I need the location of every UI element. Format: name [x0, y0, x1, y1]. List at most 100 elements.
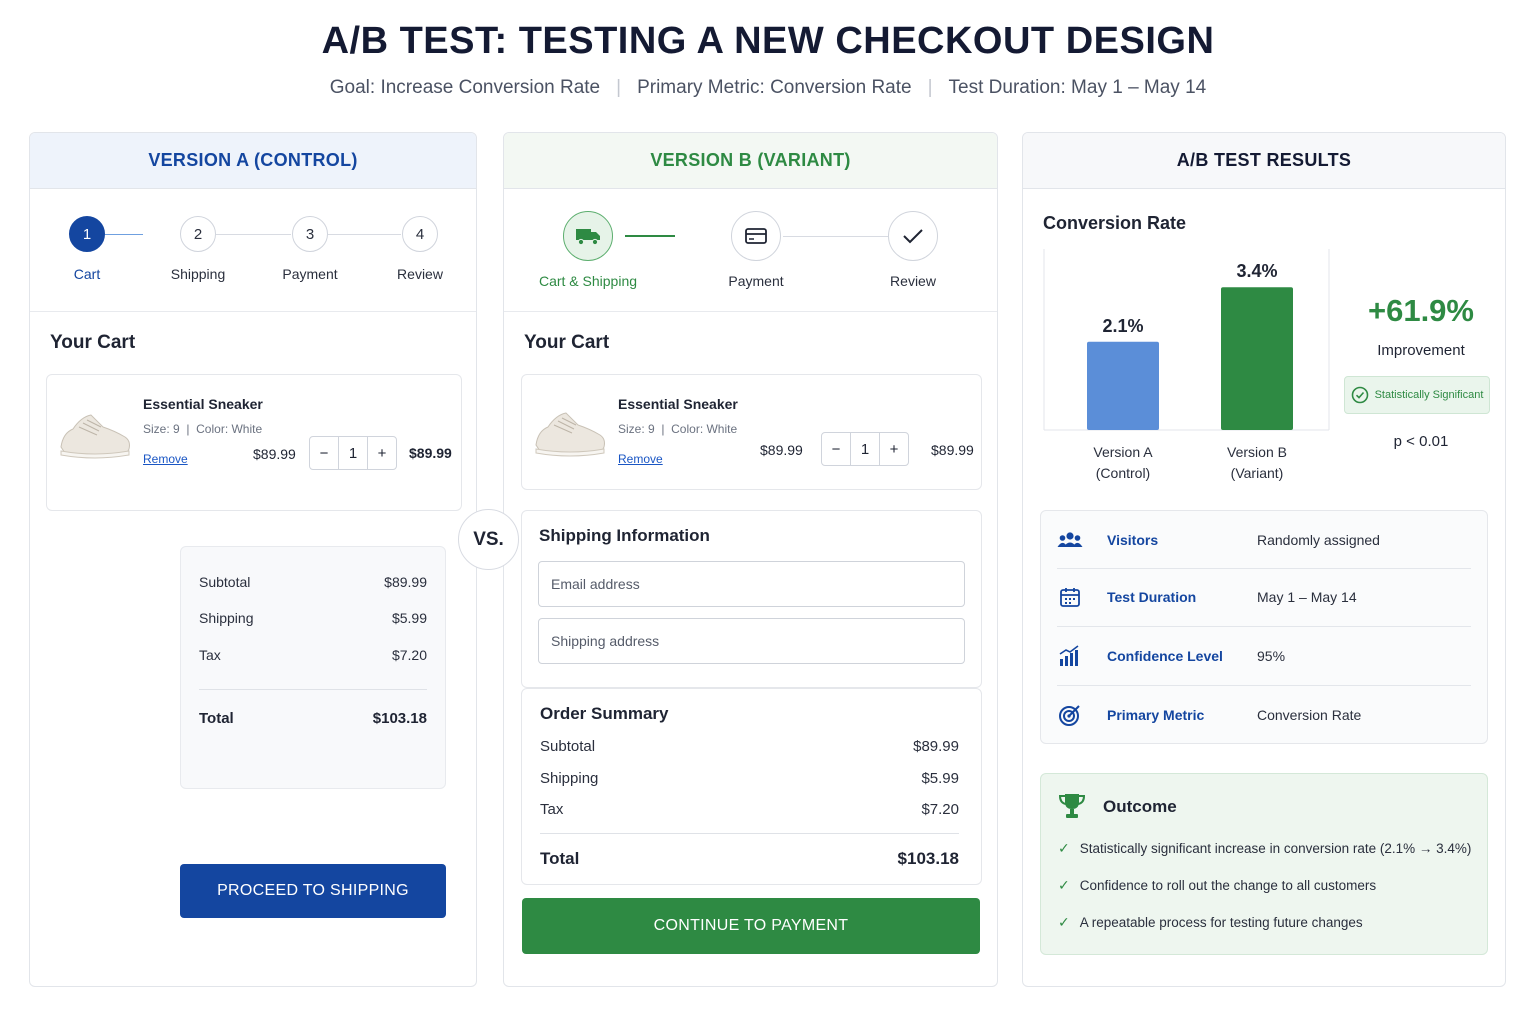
check-icon: [903, 229, 923, 244]
meta-row-duration: Test Duration May 1 – May 14: [1041, 568, 1487, 626]
quantity-stepper[interactable]: − 1 +: [821, 432, 909, 466]
shipping-value: $5.99: [921, 770, 959, 787]
step-connector: [328, 234, 401, 235]
total-row: Total $103.18: [199, 710, 427, 727]
goal-text: Goal: Increase Conversion Rate: [329, 77, 601, 98]
users-icon: [1057, 527, 1083, 553]
shipping-info-title: Shipping Information: [539, 526, 710, 545]
step-payment[interactable]: [731, 211, 781, 261]
email-field[interactable]: Email address: [538, 561, 965, 607]
significance-badge: Statistically Significant: [1344, 376, 1490, 414]
cart-item-card: Essential Sneaker Size: 9 | Color: White…: [46, 374, 462, 511]
meta-row-visitors: Visitors Randomly assigned: [1041, 511, 1487, 569]
meta-row-metric: Primary Metric Conversion Rate: [1041, 686, 1487, 744]
tax-label: Tax: [540, 801, 564, 818]
quantity-value[interactable]: 1: [850, 433, 879, 465]
increase-button[interactable]: +: [879, 433, 908, 465]
shipping-info-box: Shipping Information Email address Shipp…: [521, 510, 982, 688]
remove-link[interactable]: Remove: [143, 452, 188, 466]
test-summary: Goal: Increase Conversion Rate | Primary M…: [0, 77, 1536, 99]
step-label-cart: Cart: [73, 266, 101, 282]
outcome-text: A repeatable process for testing future …: [1079, 915, 1363, 930]
cart-title: Your Cart: [524, 332, 610, 353]
conversion-chart: 2.1% Version A (Control) 3.4% Version B (Vari…: [1043, 249, 1330, 481]
chart-title: Conversion Rate: [1043, 213, 1187, 233]
step-label-payment: Payment: [282, 266, 338, 282]
outcome-title: Outcome: [1103, 797, 1177, 816]
line-total: $89.99: [409, 445, 452, 461]
order-summary-title: Order Summary: [540, 704, 669, 723]
decrease-button[interactable]: −: [822, 433, 850, 465]
step-2[interactable]: 2: [180, 216, 216, 252]
proceed-to-shipping-button[interactable]: PROCEED TO SHIPPING: [180, 864, 446, 918]
card-icon: [745, 228, 767, 244]
quantity-stepper[interactable]: − 1 +: [309, 436, 397, 470]
divider: [504, 311, 997, 312]
x-axis-label: (Control): [1096, 465, 1150, 481]
improvement-label: Improvement: [1377, 342, 1465, 359]
step-connector: [216, 234, 291, 235]
step-label-review: Review: [890, 273, 936, 289]
subtotal-label: Subtotal: [540, 738, 596, 755]
test-details: Visitors Randomly assigned Test Duration…: [1040, 510, 1488, 744]
checkmark-icon: ✓: [1058, 840, 1070, 856]
meta-label: Visitors: [1107, 532, 1159, 548]
step-1[interactable]: 1: [69, 216, 105, 252]
step-4[interactable]: 4: [402, 216, 438, 252]
shipping-label: Shipping: [540, 770, 599, 787]
step-connector: [105, 234, 143, 235]
increase-button[interactable]: +: [367, 437, 396, 469]
step-3[interactable]: 3: [292, 216, 328, 252]
p-value: p < 0.01: [1393, 433, 1449, 450]
results-panel: A/B TEST RESULTS Conversion Rate 2.1% Ver…: [1022, 132, 1506, 987]
improvement-value: +61.9%: [1367, 293, 1474, 328]
meta-label: Test Duration: [1107, 589, 1197, 605]
total-label: Total: [199, 710, 234, 727]
vs-badge: VS.: [458, 509, 519, 570]
remove-link[interactable]: Remove: [618, 452, 663, 466]
meta-label: Confidence Level: [1107, 648, 1223, 664]
meta-value: Randomly assigned: [1257, 532, 1380, 548]
target-icon: [1057, 702, 1083, 728]
step-review[interactable]: [888, 211, 938, 261]
quantity-value[interactable]: 1: [338, 437, 367, 469]
line-total: $89.99: [931, 442, 974, 458]
page-title: A/B TEST: TESTING A NEW CHECKOUT DESIGN: [321, 20, 1215, 62]
results-title: A/B TEST RESULTS: [1023, 133, 1505, 189]
tax-value: $7.20: [921, 801, 959, 818]
step-label-shipping: Shipping: [170, 266, 226, 282]
decrease-button[interactable]: −: [310, 437, 338, 469]
meta-value: 95%: [1257, 648, 1286, 664]
duration-text: Test Duration: May 1 – May 14: [948, 77, 1207, 98]
step-cart-shipping[interactable]: [563, 211, 613, 261]
separator: |: [927, 77, 933, 98]
x-axis-label: (Variant): [1231, 465, 1284, 481]
sneaker-image: [60, 414, 130, 459]
meta-label: Primary Metric: [1107, 707, 1205, 723]
shipping-value: $5.99: [391, 610, 427, 626]
product-meta: Size: 9 | Color: White: [618, 422, 738, 436]
shipping-address-field[interactable]: Shipping address: [538, 618, 965, 664]
step-connector: [783, 236, 888, 237]
summary-divider: [540, 833, 959, 834]
summary-divider: [199, 689, 427, 690]
unit-price: $89.99: [760, 442, 803, 458]
outcome-text: Confidence to roll out the change to all…: [1079, 878, 1377, 893]
subtotal-row: Subtotal $89.99: [199, 574, 427, 590]
step-label-payment: Payment: [728, 273, 784, 289]
tax-row: Tax $7.20: [540, 801, 959, 818]
trophy-icon: [1058, 794, 1086, 818]
shipping-row: Shipping $5.99: [199, 610, 427, 626]
tax-label: Tax: [199, 647, 221, 663]
tax-row: Tax $7.20: [199, 647, 427, 663]
product-meta: Size: 9 | Color: White: [143, 422, 263, 436]
cart-item-card: Essential Sneaker Size: 9 | Color: White…: [521, 374, 982, 490]
continue-to-payment-button[interactable]: CONTINUE TO PAYMENT: [522, 898, 980, 954]
product-name: Essential Sneaker: [143, 396, 263, 412]
shipping-row: Shipping $5.99: [540, 770, 959, 787]
chart-bar: [1087, 341, 1159, 430]
order-summary-box: Order Summary Subtotal $89.99 Shipping $5.…: [521, 688, 982, 885]
truck-icon: [576, 229, 600, 246]
order-summary: Subtotal $89.99 Shipping $5.99 Tax $7.20 To…: [180, 546, 446, 789]
version-b-panel: VERSION B (VARIANT) Cart & Shipping Paym…: [503, 132, 998, 987]
